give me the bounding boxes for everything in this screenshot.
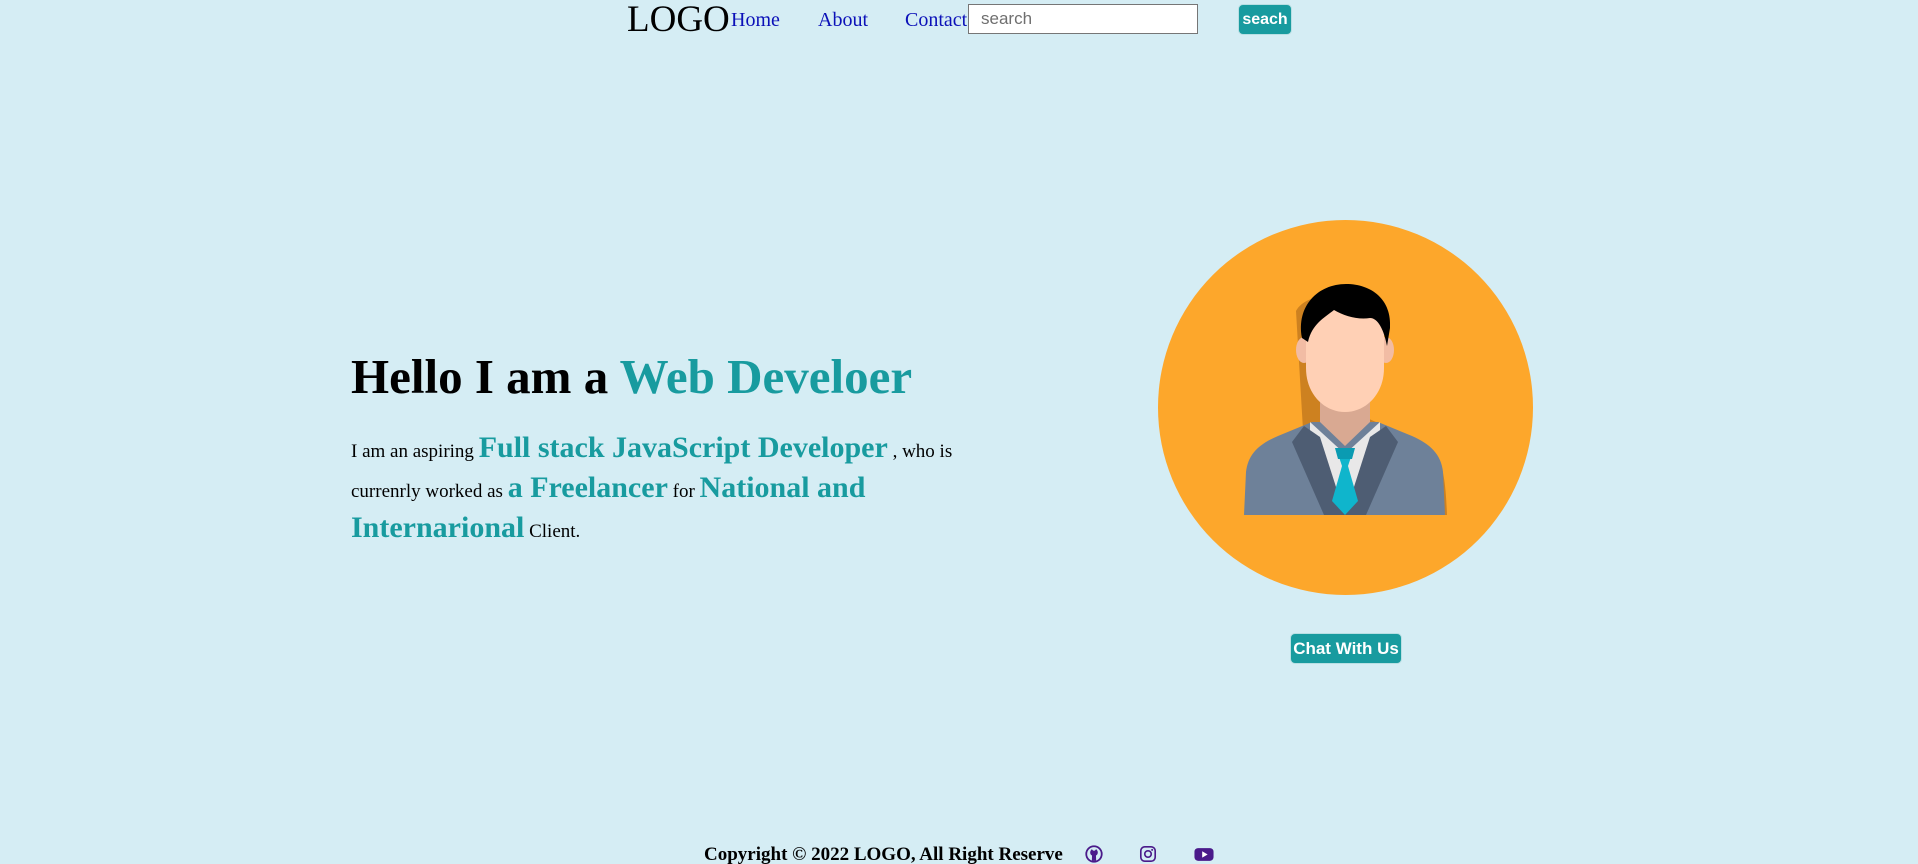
github-icon[interactable] [1084, 845, 1104, 863]
search-input[interactable] [968, 4, 1198, 34]
nav-link-about[interactable]: About [818, 8, 868, 32]
copyright-text: Copyright © 2022 LOGO, All Right Reserve [704, 844, 1063, 864]
search-button[interactable]: seach [1238, 4, 1292, 35]
hero-title-prefix: Hello I am a [351, 349, 620, 404]
logo[interactable]: LOGO [627, 0, 730, 40]
youtube-icon[interactable] [1194, 845, 1214, 863]
avatar-illustration [1158, 220, 1533, 595]
desc-highlight-role: Full stack JavaScript Developer [478, 431, 888, 464]
instagram-icon[interactable] [1138, 845, 1158, 863]
desc-text: Client. [524, 521, 581, 542]
chat-button[interactable]: Chat With Us [1290, 633, 1402, 664]
hero-description: I am an aspiring Full stack JavaScript D… [351, 430, 971, 550]
desc-text: for [667, 481, 700, 502]
nav-link-home[interactable]: Home [731, 8, 780, 32]
desc-highlight-freelancer: a Freelancer [507, 471, 668, 504]
nav-link-contact[interactable]: Contact [905, 8, 967, 32]
hero-title-highlight: Web Develoer [619, 349, 913, 404]
hero-title: Hello I am a Web Develoer [351, 347, 912, 407]
desc-text: I am an aspiring [351, 441, 479, 462]
page: LOGO Home About Contact seach Hello I am… [0, 0, 1918, 864]
